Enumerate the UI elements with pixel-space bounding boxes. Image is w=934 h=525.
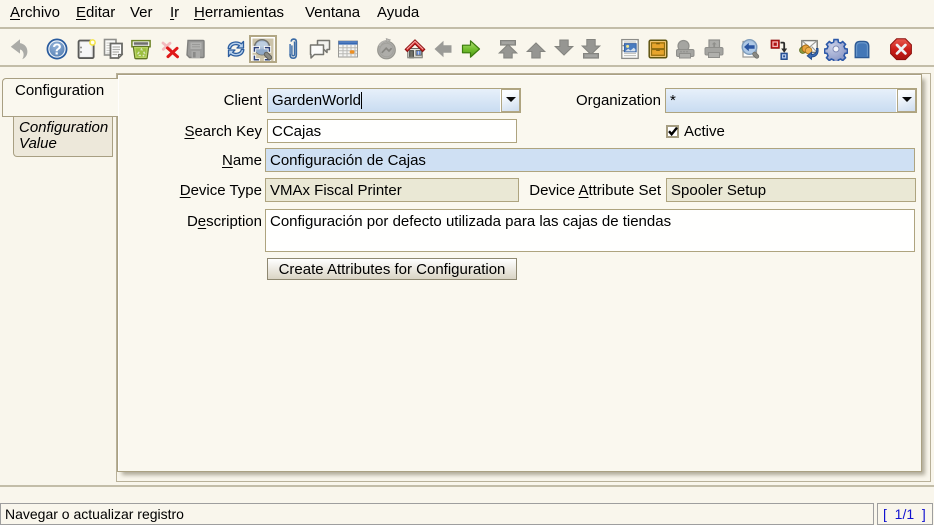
- svg-text:?: ?: [52, 42, 61, 59]
